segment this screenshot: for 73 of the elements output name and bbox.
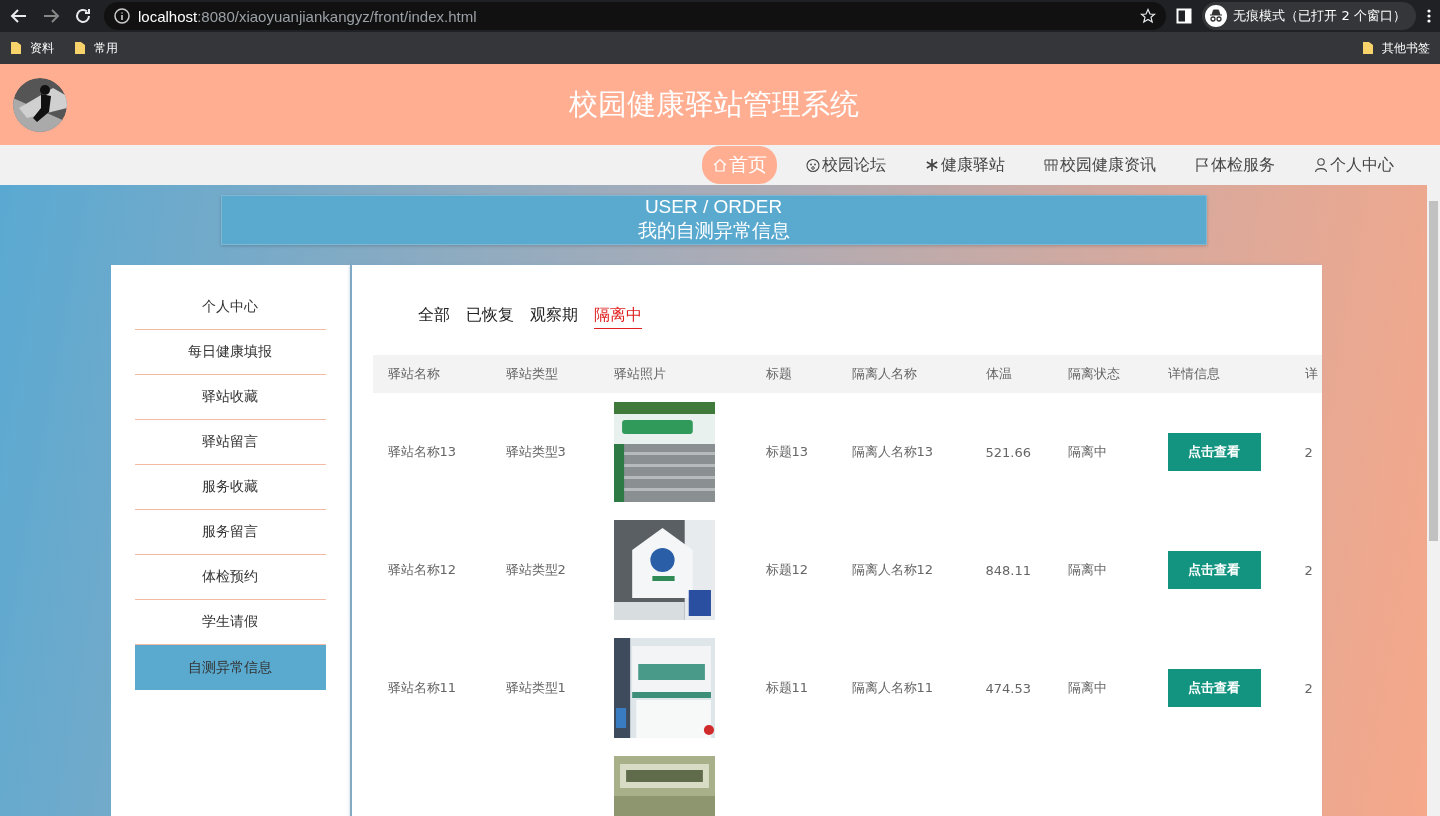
table-cell-text: 驿站名称11 — [386, 679, 458, 697]
face-icon — [805, 157, 821, 173]
view-button[interactable]: 点击查看 — [1167, 433, 1261, 471]
side-panel-icon[interactable] — [1176, 8, 1193, 24]
table-cell-text: 隔离中 — [1066, 679, 1108, 697]
incognito-icon — [1205, 5, 1228, 27]
table-cell-text: 驿站名称13 — [386, 443, 458, 461]
home-icon — [712, 157, 728, 173]
column-header: 详情信息 — [1166, 365, 1221, 383]
filter-tab[interactable]: 隔离中 — [593, 303, 642, 329]
table-cell-text: 隔离人名称12 — [850, 561, 935, 579]
banner-subtitle: 我的自测异常信息 — [637, 218, 790, 243]
view-button[interactable]: 点击查看 — [1167, 551, 1261, 589]
filter-tab[interactable]: 观察期 — [529, 303, 578, 329]
bookmark-link[interactable]: 资料 — [30, 39, 54, 57]
sidebar-item[interactable]: 自测异常信息 — [134, 645, 326, 690]
table-cell-text: 2 — [1303, 562, 1314, 578]
column-header: 体温 — [984, 365, 1013, 383]
table-cell-text: 隔离人名称11 — [850, 679, 935, 697]
nav-link[interactable]: 体检服务 — [1184, 148, 1285, 182]
folder-icon — [1362, 41, 1374, 55]
column-header: 标题 — [764, 365, 793, 383]
bookmark-link[interactable]: 常用 — [94, 39, 118, 57]
table-cell-text: 驿站类型3 — [504, 443, 567, 461]
table-cell-text: 隔离中 — [1066, 443, 1108, 461]
address-bar[interactable]: localhost:8080/xiaoyuanjiankangyz/front/index.html — [104, 2, 1167, 30]
nav-link[interactable]: 个人中心 — [1303, 148, 1404, 182]
sidebar-item[interactable]: 服务收藏 — [134, 465, 326, 510]
site-title: 校园健康驿站管理系统 — [567, 85, 860, 123]
sidebar-item[interactable]: 驿站留言 — [134, 420, 326, 465]
table-cell-text: 标题11 — [764, 679, 810, 697]
column-header: 驿站名称 — [386, 365, 441, 383]
table-cell-text: 521.66 — [984, 444, 1032, 460]
filter-tab[interactable]: 已恢复 — [465, 303, 514, 329]
incognito-badge[interactable]: 无痕模式（已打开 2 个窗口） — [1202, 2, 1416, 30]
column-header: 隔离状态 — [1066, 365, 1121, 383]
bookmark-link[interactable]: 其他书签 — [1382, 39, 1430, 57]
filter-tab[interactable]: 全部 — [417, 303, 450, 329]
folder-icon — [10, 41, 22, 55]
table-cell-text: 848.11 — [984, 562, 1032, 578]
flag-icon — [1194, 157, 1210, 173]
table-cell-text: 2 — [1303, 680, 1314, 696]
sidebar-item[interactable]: 每日健康填报 — [134, 330, 326, 375]
nav-link[interactable]: 校园健康资讯 — [1033, 148, 1166, 182]
menu-icon[interactable] — [1426, 8, 1432, 24]
column-header: 隔离人名称 — [850, 365, 918, 383]
table-cell-text: 474.53 — [984, 680, 1032, 696]
sidebar-item[interactable]: 服务留言 — [134, 510, 326, 555]
column-header: 驿站照片 — [612, 365, 667, 383]
table-cell-text: 隔离人名称13 — [850, 443, 935, 461]
star-icon[interactable] — [1140, 8, 1157, 24]
column-header: 详 — [1303, 365, 1319, 383]
scrollbar-thumb[interactable] — [1429, 201, 1438, 541]
table-cell-text: 标题12 — [764, 561, 810, 579]
table-cell-text: 驿站类型2 — [504, 561, 567, 579]
table-cell-text: 2 — [1303, 444, 1314, 460]
column-header: 驿站类型 — [504, 365, 559, 383]
grid-icon — [1043, 157, 1059, 173]
table-cell-text: 标题13 — [764, 443, 810, 461]
folder-icon — [74, 41, 86, 55]
table-cell-text: 隔离中 — [1066, 561, 1108, 579]
user-icon — [1313, 157, 1329, 173]
sidebar-item[interactable]: 个人中心 — [134, 285, 326, 330]
banner-title: USER / ORDER — [644, 196, 783, 218]
info-icon — [114, 8, 130, 24]
sidebar-item[interactable]: 体检预约 — [134, 555, 326, 600]
table-cell-text: 驿站类型1 — [504, 679, 567, 697]
view-button[interactable]: 点击查看 — [1167, 669, 1261, 707]
snowflake-icon — [924, 157, 940, 173]
table-cell-text: 驿站名称12 — [386, 561, 458, 579]
sidebar-item[interactable]: 驿站收藏 — [134, 375, 326, 420]
nav-link[interactable]: 健康驿站 — [914, 148, 1015, 182]
nav-link[interactable]: 校园论坛 — [795, 148, 896, 182]
